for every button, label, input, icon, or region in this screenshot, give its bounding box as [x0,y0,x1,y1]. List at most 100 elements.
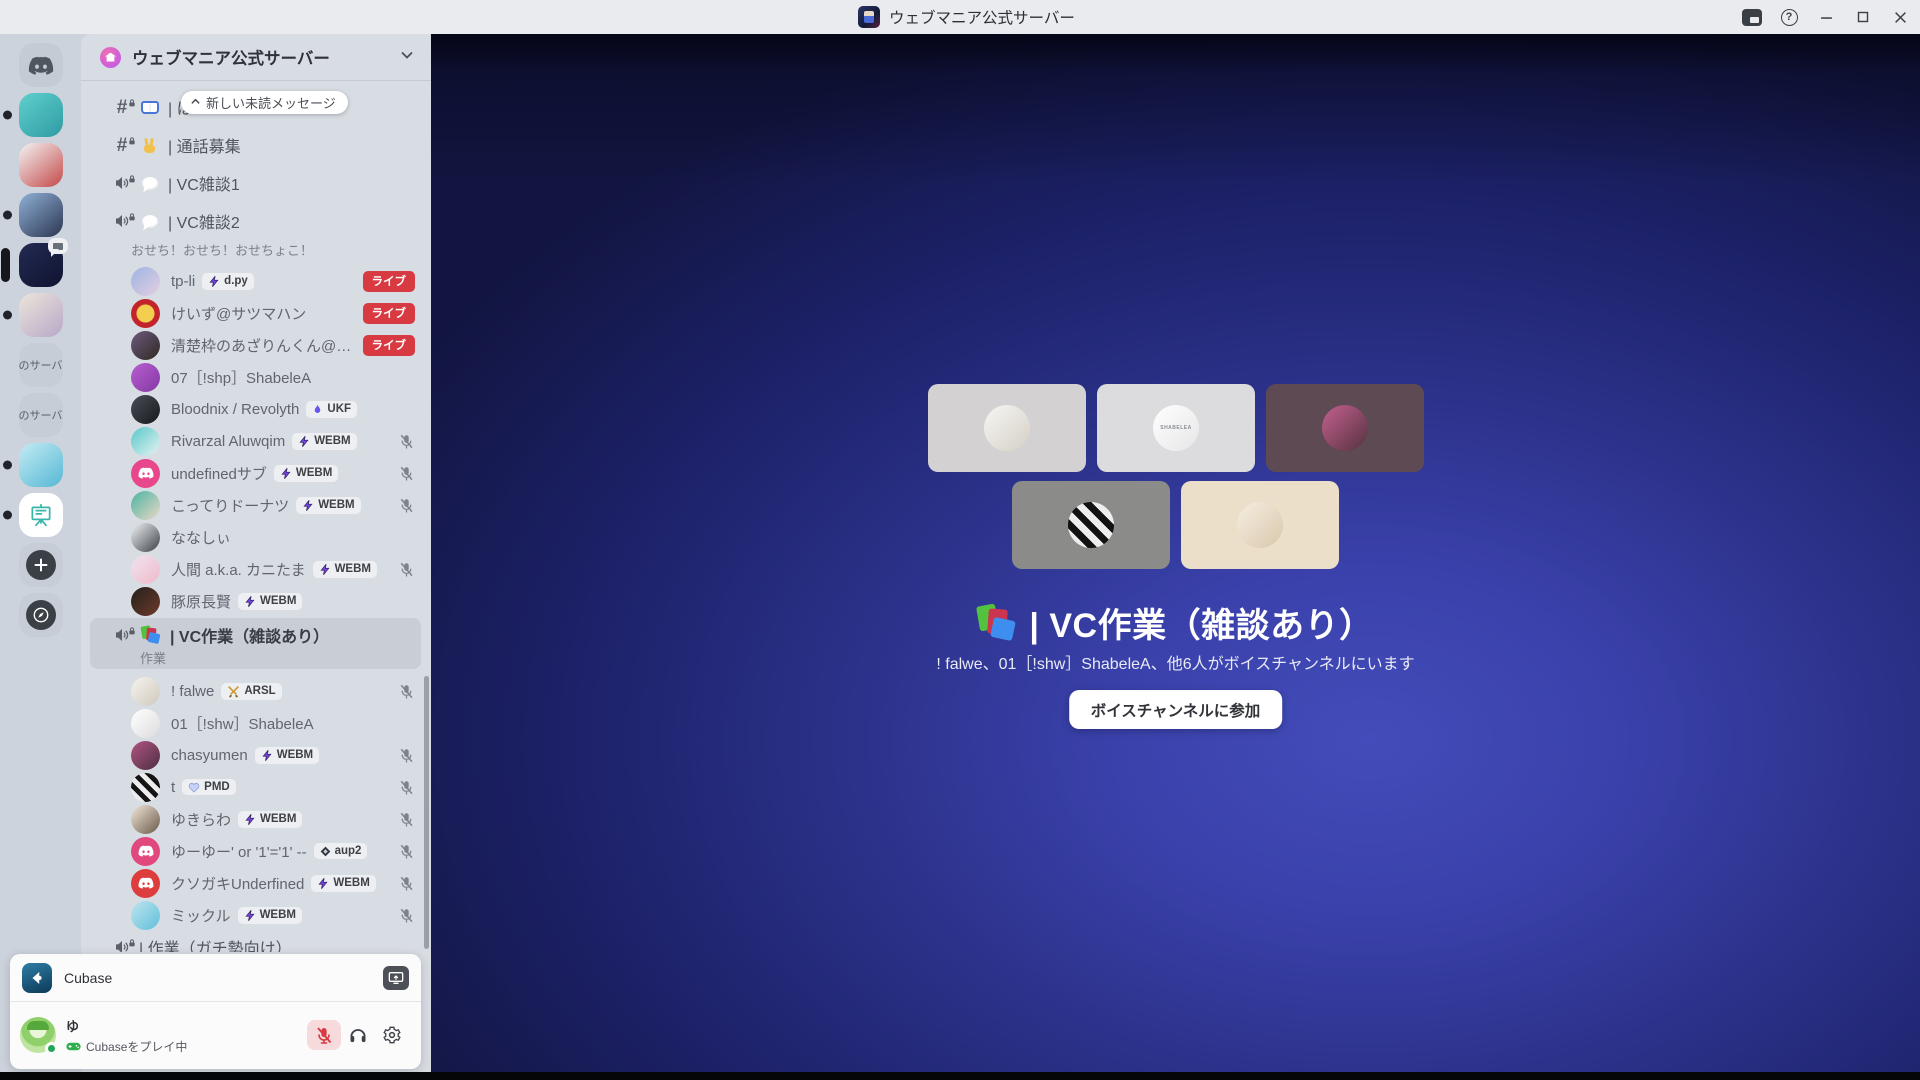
server-photo-collage[interactable] [19,143,63,187]
voice-user-row[interactable]: undefinedサブ WEBM [81,457,431,489]
username: 01［!shw］ShabeleA [171,713,314,734]
voice-user-row[interactable]: ななしぃ [81,521,431,553]
voice-user-row[interactable]: t PMD [81,771,431,803]
voice-user-row[interactable]: クソガキUnderfined WEBM [81,867,431,899]
voice-user-row[interactable]: tp-li d.pyライブ [81,265,431,297]
voice-user-row[interactable]: 人間 a.k.a. カニたま WEBM [81,553,431,585]
voice-user-row[interactable]: ミックル WEBM [81,899,431,931]
voice-user-row[interactable]: ! falwe ARSL [81,675,431,707]
channel-label: | VC雑談2 [168,209,240,233]
my-avatar[interactable] [20,1017,56,1053]
voice-user-row[interactable]: chasyumen WEBM [81,739,431,771]
hand-emoji [139,138,161,153]
channel-topic: 作業 [90,651,421,669]
explore-servers-button[interactable] [19,593,63,637]
mic-mute-button[interactable] [307,1020,341,1050]
join-voice-button[interactable]: ボイスチャンネルに参加 [1069,690,1283,729]
unread-banner-label: 新しい未読メッセージ [206,93,336,112]
sidebar-scrollbar[interactable] [424,676,429,949]
bolt-icon [208,275,220,288]
bolt-icon [317,877,329,890]
maximize-button[interactable] [1853,7,1873,27]
new-unread-banner[interactable]: 新しい未読メッセージ [181,91,348,114]
avatar [131,523,160,552]
server-webmania[interactable] [19,243,63,287]
role-badge-label: d.py [224,275,248,287]
server-easel-art[interactable] [19,493,63,537]
server-text-1[interactable]: のサーバ [19,343,63,387]
role-badge-WEBM: WEBM [313,561,377,578]
server-text-2[interactable]: のサーバ [19,393,63,437]
bolt-icon [244,909,256,922]
server-miku-art[interactable] [19,443,63,487]
help-icon[interactable]: ? [1779,7,1799,27]
voice-user-row[interactable]: けいず@サツマハン ライブ [81,297,431,329]
voice-channel-view: SHABELEA | VC作業（雑談あり） ! falwe、01［!shw］Sh… [431,34,1920,1072]
avatar [131,395,160,424]
channel-topic: おせち！おせち！おせちょこ！ [81,243,431,261]
role-badge-aup2: aup2 [314,843,368,859]
voice-user-row[interactable]: Rivarzal Aluwqim WEBM [81,425,431,457]
voice-channel-title: | VC作業（雑談あり） [1029,598,1373,647]
server-anime-girl[interactable] [19,293,63,337]
discord-home-button[interactable] [19,43,63,87]
channel-row-voice-channel-vc-zatsudan1[interactable]: | VC雑談1 [90,167,422,199]
server-icon-art [19,443,63,487]
bolt-icon [298,435,310,448]
server-teal-character[interactable] [19,93,63,137]
discord-logo-icon [19,43,63,87]
deafen-button[interactable] [341,1020,375,1050]
participant-avatar [1068,502,1114,548]
pip-window-icon[interactable] [1742,7,1762,27]
diamond-icon [320,846,331,857]
role-badge-PMD: PMD [182,779,236,795]
voice-channel-icon [112,211,132,231]
voice-user-row[interactable]: 07［!shp］ShabeleA [81,361,431,393]
voice-user-row[interactable]: ゆきらわ WEBM [81,803,431,835]
plus-icon [19,543,63,587]
voice-user-row[interactable]: ゆーゆー' or '1'='1' -- aup2 [81,835,431,867]
server-initials: のサーバ [19,343,63,387]
voice-user-row[interactable]: Bloodnix / Revolyth UKF [81,393,431,425]
voice-user-row[interactable]: 清楚枠のあざりんくん@な… ライブ [81,329,431,361]
close-button[interactable] [1890,7,1910,27]
role-badge-label: WEBM [314,435,350,447]
server-suit-portrait[interactable] [19,193,63,237]
role-badge-WEBM: WEBM [296,497,360,514]
channel-row-voice-channel-vc-zatsudan2[interactable]: | VC雑談2 [90,205,422,237]
participant-tile[interactable]: SHABELEA [1097,384,1255,472]
participant-tile[interactable] [1181,481,1339,569]
voice-user-row[interactable]: 01［!shw］ShabeleA [81,707,431,739]
voice-user-row[interactable]: 豚原長賢 WEBM [81,585,431,617]
channel-row-voice-channel-vc-sagyou-zatsudan[interactable]: | VC作業（雑談あり） [90,619,421,651]
participant-tile[interactable] [1012,481,1170,569]
server-icon-art [19,293,63,337]
settings-gear-button[interactable] [375,1020,409,1050]
channel-row-text-channel-tsuuwa-boshuu[interactable]: #| 通話募集 [90,129,422,161]
avatar [131,459,160,488]
role-badge-WEBM: WEBM [238,593,302,610]
mic-muted-icon [398,747,415,764]
add-server-button[interactable] [19,543,63,587]
stream-share-button[interactable] [383,966,409,990]
role-badge-label: WEBM [296,467,332,479]
unread-indicator-dot [3,311,12,320]
channel-row-voice-channel-sagyou-gachi[interactable]: | 作業（ガチ勢向け） [90,931,422,952]
participant-tile[interactable] [928,384,1086,472]
participant-tile[interactable] [1266,384,1424,472]
mic-muted-icon [398,561,415,578]
voice-channel-icon [112,937,132,952]
my-username: ゆ [66,1019,79,1034]
titlebar-server: ウェブマニア公式サーバー [858,0,1075,34]
server-rail: のサーバのサーバ [0,34,81,1072]
avatar [131,331,160,360]
avatar-logo-text: SHABELEA [1160,425,1192,431]
role-badge-label: WEBM [318,499,354,511]
avatar [131,837,160,866]
selected-channel-block: | VC作業（雑談あり）作業 [90,618,421,669]
voice-user-row[interactable]: こってりドーナツ WEBM [81,489,431,521]
text-channel-icon: # [112,97,132,117]
minimize-button[interactable] [1816,7,1836,27]
server-header[interactable]: ウェブマニア公式サーバー [81,34,431,81]
text-channel-icon: # [112,135,132,155]
